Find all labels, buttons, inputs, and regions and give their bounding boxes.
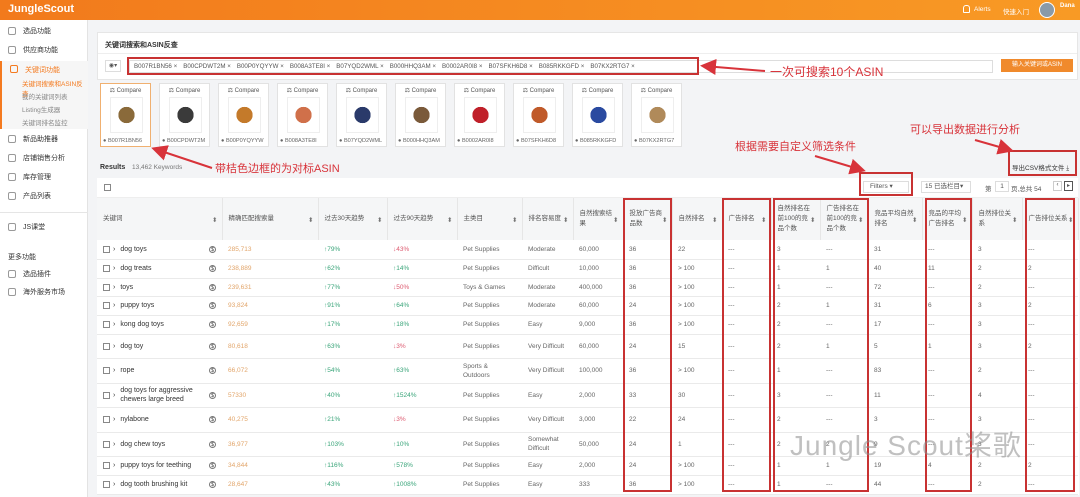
arrow-reference	[151, 145, 213, 169]
watermark: Jungle Scout桨歌	[790, 430, 1022, 461]
annotation-arrows	[151, 59, 1014, 175]
arrow-asin-limit	[700, 59, 766, 75]
arrow-filters	[814, 155, 866, 175]
arrow-export	[974, 139, 1014, 155]
